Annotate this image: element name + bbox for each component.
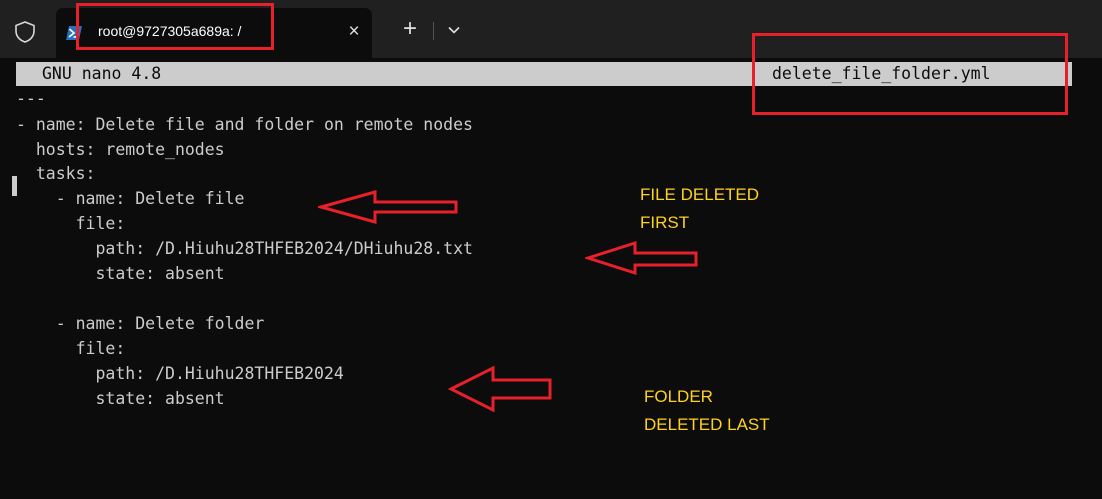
new-tab-button[interactable]: + (398, 15, 422, 43)
code-line: - name: Delete file and folder on remote… (16, 115, 473, 134)
annotation-line: FIRST (640, 213, 690, 232)
tab-divider (433, 22, 434, 40)
file-deleted-note: FILE DELETED FIRST (640, 181, 759, 237)
code-line: --- (16, 89, 46, 108)
terminal-window: { "tab": { "title": "root@9727305a689a: … (0, 0, 1102, 499)
tab-title-highlight-box (76, 3, 274, 50)
annotation-line: DELETED LAST (644, 415, 770, 434)
code-line: tasks: (16, 164, 96, 183)
code-line: state: absent (16, 264, 225, 283)
code-line: - name: Delete folder (16, 314, 265, 333)
shield-icon[interactable] (14, 20, 36, 44)
filename-highlight-box (752, 33, 1068, 115)
nano-version: GNU nano 4.8 (42, 64, 162, 83)
code-line: state: absent (16, 389, 225, 408)
code-line: path: /D.Hiuhu28THFEB2024/DHiuhu28.txt (16, 239, 473, 258)
annotation-line: FOLDER (644, 387, 713, 406)
code-line: file: (16, 339, 126, 358)
code-line: path: /D.Hiuhu28THFEB2024 (16, 364, 344, 383)
editor-area[interactable]: --- - name: Delete file and folder on re… (12, 87, 1086, 487)
annotation-line: FILE DELETED (640, 185, 760, 204)
chevron-down-icon[interactable] (444, 20, 464, 40)
code-line: hosts: remote_nodes (16, 140, 225, 159)
arrow-left-icon (318, 190, 458, 224)
close-icon[interactable]: × (344, 20, 364, 44)
code-line: file: (16, 214, 126, 233)
arrow-left-icon (448, 365, 552, 413)
arrow-left-icon (585, 240, 698, 276)
code-line: - name: Delete file (16, 189, 245, 208)
folder-deleted-note: FOLDER DELETED LAST (644, 383, 770, 439)
